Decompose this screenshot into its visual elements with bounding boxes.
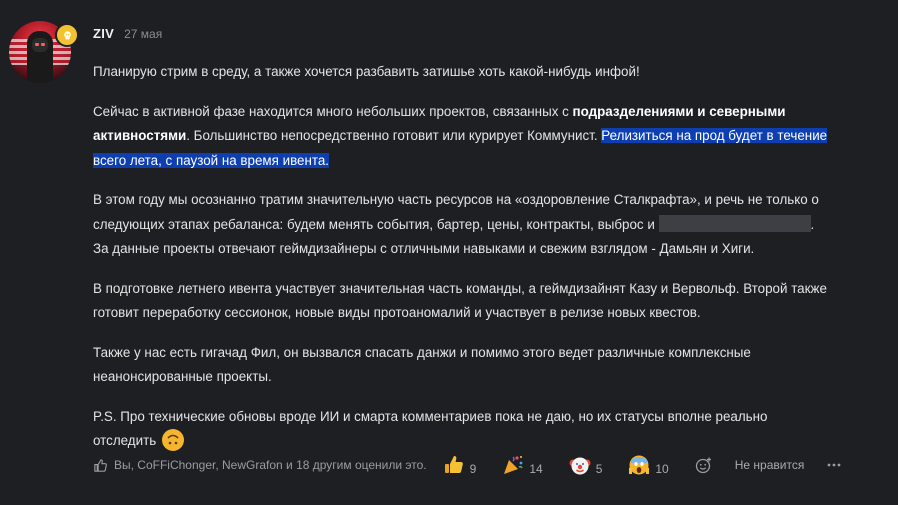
reaction-party-popper[interactable]: 14 bbox=[502, 454, 543, 476]
reactions-bar: 9 14 5 10 Не нравится bbox=[443, 454, 843, 476]
reaction-count: 14 bbox=[529, 462, 543, 476]
author-badge-icon bbox=[55, 23, 79, 47]
upside-down-face-icon bbox=[161, 429, 184, 451]
paragraph: Планирую стрим в среду, а также хочется … bbox=[93, 64, 640, 79]
author-avatar-wrap[interactable] bbox=[9, 21, 79, 83]
paragraph: P.S. Про технические обновы вроде ИИ и с… bbox=[93, 405, 833, 454]
avatar-eye bbox=[35, 43, 39, 46]
dislike-button[interactable]: Не нравится bbox=[735, 458, 805, 472]
likes-text: Вы, CoFFiChonger, NewGrafon и 18 другим … bbox=[114, 458, 427, 472]
paragraph-text: P.S. Про технические обновы вроде ИИ и с… bbox=[93, 408, 768, 449]
thumbs-up-icon bbox=[443, 454, 465, 476]
paragraph-text: . Большинство непосредственно готовит ил… bbox=[186, 128, 602, 143]
paragraph: Также у нас есть гигачад Фил, он вызвалс… bbox=[93, 344, 751, 385]
clown-face-icon bbox=[569, 454, 591, 476]
avatar-eye bbox=[41, 43, 45, 46]
screaming-face-icon bbox=[628, 454, 650, 476]
reaction-count: 10 bbox=[655, 462, 669, 476]
post-footer: Вы, CoFFiChonger, NewGrafon и 18 другим … bbox=[93, 452, 858, 478]
more-options-icon[interactable] bbox=[826, 457, 842, 473]
like-icon bbox=[94, 458, 107, 472]
paragraph: Сейчас в активной фазе находится много н… bbox=[93, 100, 833, 174]
reaction-clown[interactable]: 5 bbox=[569, 454, 603, 476]
reaction-thumbs-up[interactable]: 9 bbox=[443, 454, 477, 476]
paragraph: В этом году мы осознанно тратим значител… bbox=[93, 188, 833, 262]
post-header: ZIV 27 мая bbox=[93, 26, 162, 41]
post-body: Планирую стрим в среду, а также хочется … bbox=[93, 60, 833, 469]
likes-summary[interactable]: Вы, CoFFiChonger, NewGrafon и 18 другим … bbox=[93, 458, 427, 473]
author-name[interactable]: ZIV bbox=[93, 26, 114, 41]
spoiler-redacted[interactable] bbox=[658, 214, 811, 232]
paragraph: В подготовке летнего ивента участвует зн… bbox=[93, 280, 827, 321]
reaction-screaming-face[interactable]: 10 bbox=[628, 454, 669, 476]
add-reaction-icon[interactable] bbox=[695, 456, 713, 474]
party-popper-icon bbox=[502, 454, 524, 476]
post-date[interactable]: 27 мая bbox=[124, 27, 162, 41]
paragraph-text: Сейчас в активной фазе находится много н… bbox=[93, 103, 573, 119]
reaction-count: 5 bbox=[595, 462, 603, 476]
reaction-count: 9 bbox=[469, 462, 477, 476]
